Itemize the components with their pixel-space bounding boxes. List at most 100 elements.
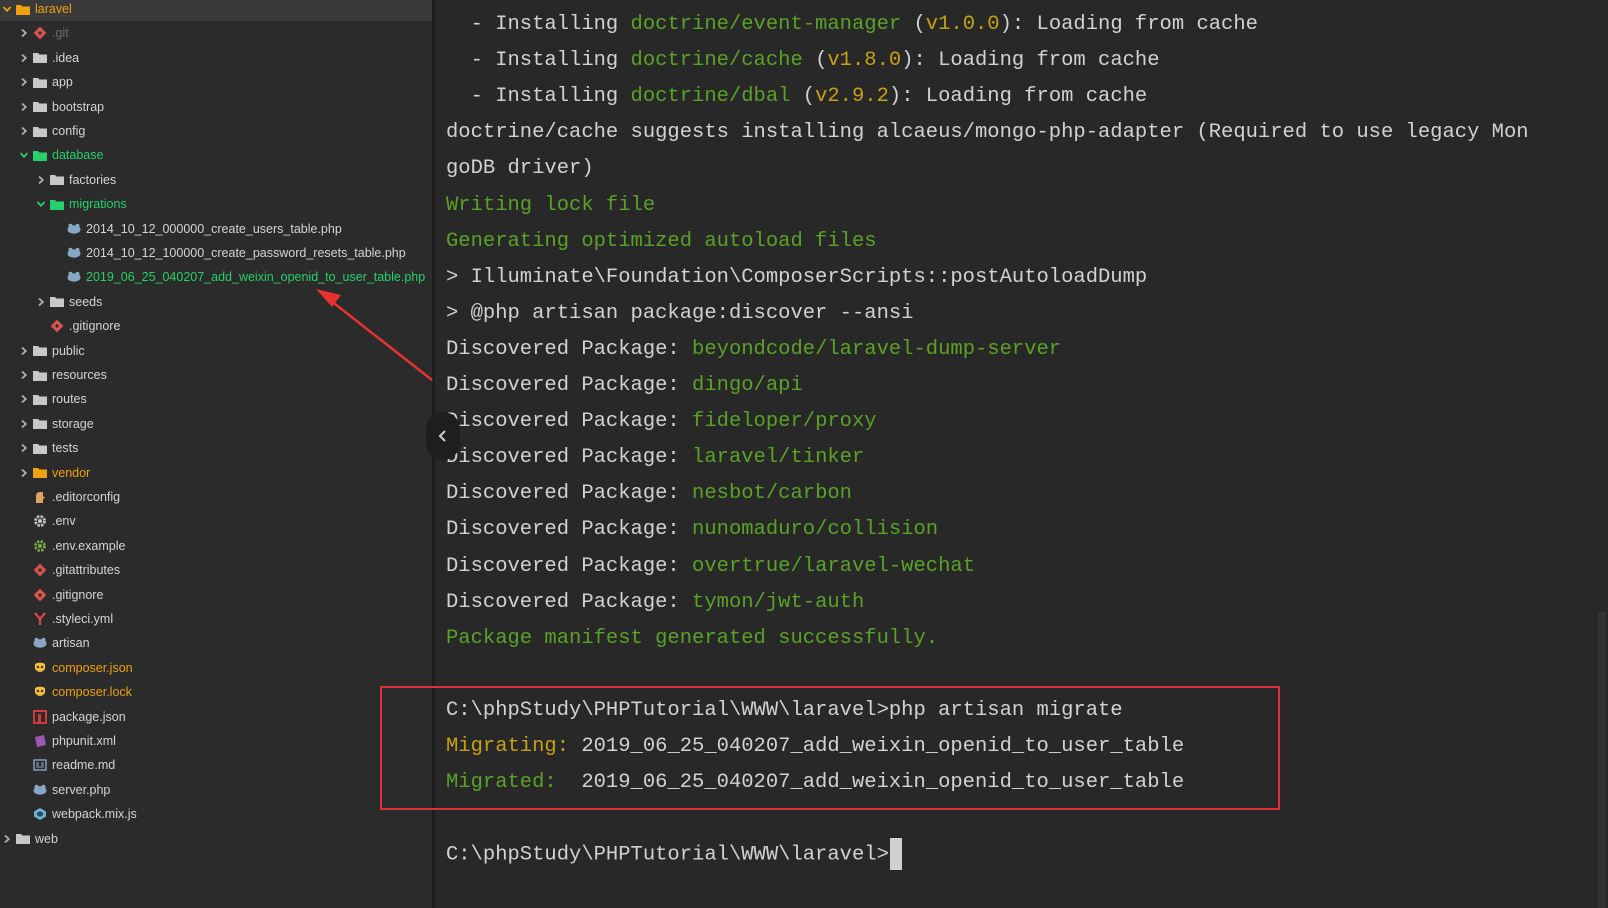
tree-item[interactable]: bootstrap [0,95,432,119]
tree-item[interactable]: laravel [0,0,432,21]
tree-item[interactable]: composer.lock [0,680,432,704]
tree-item-label: .env.example [52,538,126,553]
tree-item[interactable]: .editorconfig [0,485,432,509]
chevron-right-icon[interactable] [1,832,13,846]
git-icon [32,562,48,578]
terminal-text: doctrine/event-manager [630,13,902,36]
tree-item[interactable]: .gitattributes [0,558,432,582]
chevron-right-icon[interactable] [18,51,30,65]
tree-item-label: migrations [69,197,127,212]
terminal-text: fideloper/proxy [692,410,877,434]
terminal-text: Migrated: [446,771,557,795]
tree-item-label: 2014_10_12_000000_create_users_table.php [86,221,342,236]
chevron-right-icon[interactable] [18,75,30,89]
tree-item[interactable]: package.json [0,705,432,729]
tree-item[interactable]: composer.json [0,656,432,680]
chevron-right-icon[interactable] [18,392,30,406]
tree-item[interactable]: web [0,827,432,851]
tree-item[interactable]: 2014_10_12_000000_create_users_table.php [0,217,432,241]
chevron-down-icon[interactable] [18,148,30,162]
tree-item[interactable]: server.php [0,778,432,802]
tree-item[interactable]: 2014_10_12_100000_create_password_resets… [0,241,432,265]
tree-item-label: composer.lock [52,685,132,700]
terminal-line: Discovered Package: nesbot/carbon [446,477,852,511]
tree-item[interactable]: .git [0,21,432,45]
terminal-scrollbar[interactable] [1598,612,1606,908]
php-elephant-icon [32,635,48,651]
gear-icon [32,538,48,554]
chevron-right-icon[interactable] [18,466,30,480]
terminal-text: Migrating: [446,735,570,758]
chevron-right-icon[interactable] [18,441,30,455]
tree-item[interactable]: readme.md [0,753,432,777]
terminal-line: - Installing doctrine/event-manager (v1.… [446,8,1258,42]
tree-item-label: .gitignore [69,319,121,334]
terminal-text: overtrue/laravel-wechat [692,554,975,578]
tree-item[interactable]: .gitignore [0,583,432,607]
tree-item[interactable]: 2019_06_25_040207_add_weixin_openid_to_u… [0,265,432,289]
tree-item-label: .gitattributes [52,563,121,578]
tree-item-label: .env [52,514,76,529]
chevron-right-icon[interactable] [18,100,30,114]
terminal-line: Discovered Package: dingo/api [446,369,803,403]
terminal-line: C:\phpStudy\PHPTutorial\WWW\laravel> [446,838,902,872]
folder-icon [32,440,48,456]
tree-item-label: routes [52,392,87,407]
tree-item[interactable]: database [0,143,432,167]
terminal-text: C:\phpStudy\PHPTutorial\WWW\laravel> [446,843,889,867]
terminal-text: nunomaduro/collision [692,518,939,542]
chevron-right-icon[interactable] [18,124,30,138]
tree-item-label: .styleci.yml [52,612,114,626]
chevron-down-icon[interactable] [35,197,47,211]
tree-item[interactable]: migrations [0,192,432,216]
composer-icon [32,660,48,676]
terminal-panel[interactable]: - Installing doctrine/event-manager (v1.… [435,0,1608,908]
chevron-right-icon[interactable] [18,344,30,358]
tree-item[interactable]: factories [0,168,432,192]
terminal-text: beyondcode/laravel-dump-server [692,337,1062,361]
tree-item[interactable]: tests [0,436,432,460]
php-elephant-icon [66,245,82,261]
tree-item[interactable]: seeds [0,290,432,314]
tree-item[interactable]: .styleci.yml [0,607,432,631]
chevron-down-icon[interactable] [1,2,13,16]
tree-item[interactable]: .env [0,509,432,533]
chevron-right-icon[interactable] [35,173,47,187]
tree-item[interactable]: webpack.mix.js [0,802,432,826]
collapse-sidebar-button[interactable] [426,412,460,460]
chevron-right-icon[interactable] [35,295,47,309]
folder-icon [32,74,48,90]
terminal-line: C:\phpStudy\PHPTutorial\WWW\laravel>php … [446,694,1123,728]
terminal-text: ( [802,49,828,73]
tree-item[interactable]: storage [0,412,432,436]
terminal-text: Discovered Package: [446,374,693,397]
terminal-text: > Illuminate\Foundation\ComposerScripts:… [446,265,1148,289]
tree-item[interactable]: artisan [0,631,432,655]
tree-item[interactable]: resources [0,363,432,387]
tree-item[interactable]: routes [0,387,432,411]
terminal-line: > @php artisan package:discover --ansi [446,297,913,331]
tree-item[interactable]: app [0,70,432,94]
folder-icon [32,50,48,66]
chevron-right-icon[interactable] [18,417,30,431]
tree-item[interactable]: .idea [0,46,432,70]
tree-item[interactable]: vendor [0,461,432,485]
terminal-text: doctrine/dbal [630,85,791,109]
folder-icon [49,172,65,188]
tree-item[interactable]: config [0,119,432,143]
tree-item[interactable]: phpunit.xml [0,729,432,753]
tree-item-label: webpack.mix.js [52,807,137,822]
tree-item-label: web [35,831,58,846]
npm-icon [32,709,48,725]
chevron-right-icon[interactable] [18,26,30,40]
terminal-text: v1.0.0 [925,13,1000,36]
terminal-line: Discovered Package: laravel/tinker [446,441,864,475]
tree-item-label: public [52,343,85,358]
terminal-text: Discovered Package: [446,518,693,542]
tree-item[interactable]: public [0,339,432,363]
chevron-right-icon[interactable] [18,368,30,382]
tree-item[interactable]: .env.example [0,534,432,558]
tree-item[interactable]: .gitignore [0,314,432,338]
